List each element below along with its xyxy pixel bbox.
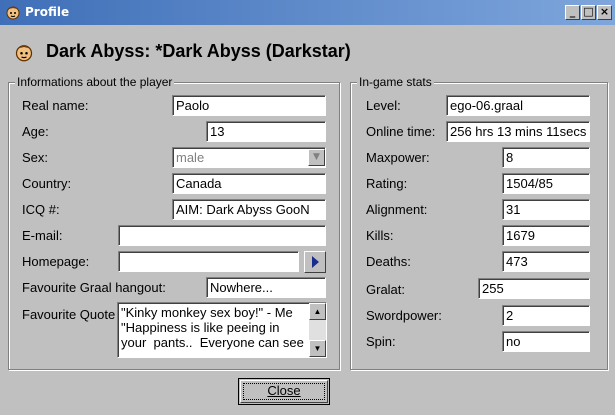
- deaths-field[interactable]: 473: [502, 251, 590, 272]
- age-field[interactable]: 13: [206, 121, 326, 142]
- alignment-field[interactable]: 31: [502, 199, 590, 220]
- group-legend: Informations about the player: [15, 75, 175, 89]
- level-field[interactable]: ego-06.graal: [446, 95, 590, 116]
- gralat-field[interactable]: 255: [478, 278, 590, 299]
- scroll-down-icon[interactable]: ▼: [309, 340, 326, 357]
- age-label: Age:: [22, 124, 49, 139]
- window-title: Profile: [25, 5, 70, 19]
- homepage-label: Homepage:: [22, 254, 90, 269]
- maximize-button[interactable]: □: [581, 5, 596, 20]
- icq-field[interactable]: AIM: Dark Abyss GooN: [172, 199, 326, 220]
- real-name-field[interactable]: Paolo: [172, 95, 326, 116]
- spin-label: Spin:: [366, 334, 396, 349]
- arrow-right-icon: [312, 256, 319, 268]
- chevron-down-icon[interactable]: ▼: [308, 149, 325, 166]
- alignment-label: Alignment:: [366, 202, 428, 217]
- window-close-button[interactable]: ×: [597, 5, 612, 20]
- quote-scrollbar[interactable]: ▲ ▼: [309, 303, 326, 357]
- rating-label: Rating:: [366, 176, 408, 191]
- open-homepage-button[interactable]: [304, 251, 326, 273]
- kills-field[interactable]: 1679: [502, 225, 590, 246]
- country-field[interactable]: Canada: [172, 173, 326, 194]
- sex-label: Sex:: [22, 150, 49, 165]
- page-title: Dark Abyss: *Dark Abyss (Darkstar): [46, 41, 351, 61]
- real-name-label: Real name:: [22, 98, 89, 113]
- deaths-label: Deaths:: [366, 254, 411, 269]
- title-bar[interactable]: Profile _ □ ×: [0, 0, 615, 25]
- email-label: E-mail:: [22, 228, 63, 243]
- homepage-field[interactable]: [118, 251, 299, 272]
- email-field[interactable]: [118, 225, 326, 246]
- close-button[interactable]: Close: [238, 378, 330, 405]
- online-time-field[interactable]: 256 hrs 13 mins 11secs: [446, 121, 590, 142]
- profile-window: Profile _ □ × Dark Abyss: *Dark Abyss (D…: [0, 0, 615, 415]
- group-legend: In-game stats: [357, 75, 434, 89]
- swordpower-label: Swordpower:: [366, 308, 442, 323]
- quote-text: "Kinky monkey sex boy!" - Me "Happiness …: [121, 305, 304, 350]
- hangout-field[interactable]: Nowhere...: [206, 277, 326, 298]
- gralat-label: Gralat:: [366, 282, 406, 297]
- quote-memo[interactable]: "Kinky monkey sex boy!" - Me "Happiness …: [117, 302, 327, 358]
- minimize-button[interactable]: _: [565, 5, 580, 20]
- sex-select[interactable]: male: [172, 147, 326, 168]
- online-time-label: Online time:: [366, 124, 436, 139]
- quote-label: Favourite Quote: [22, 307, 116, 322]
- maxpower-field[interactable]: 8: [502, 147, 590, 168]
- kills-label: Kills:: [366, 228, 394, 243]
- scroll-up-icon[interactable]: ▲: [309, 303, 326, 320]
- rating-field[interactable]: 1504/85: [502, 173, 590, 194]
- hangout-label: Favourite Graal hangout:: [22, 280, 166, 295]
- spin-field[interactable]: no: [502, 331, 590, 352]
- profile-header: Dark Abyss: *Dark Abyss (Darkstar): [0, 26, 615, 70]
- swordpower-field[interactable]: 2: [502, 305, 590, 326]
- close-button-label: Close: [267, 383, 301, 398]
- player-face-icon: [6, 6, 20, 20]
- country-label: Country:: [22, 176, 72, 191]
- maxpower-label: Maxpower:: [366, 150, 430, 165]
- level-label: Level:: [366, 98, 401, 113]
- player-face-icon: [15, 45, 33, 62]
- icq-label: ICQ #:: [22, 202, 60, 217]
